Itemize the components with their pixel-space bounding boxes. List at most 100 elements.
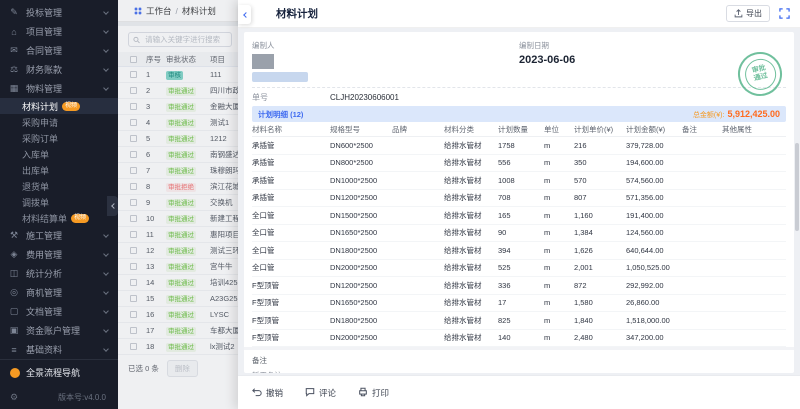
- detail-cell: 570: [574, 176, 626, 185]
- drawer-collapse-handle[interactable]: [238, 5, 251, 24]
- sidebar-menu: ✎投标管理⌂项目管理✉合同管理⚖财务账款▦物料管理材料计划视频采购申请采购订单入…: [0, 0, 118, 378]
- detail-cell: m: [544, 246, 574, 255]
- row-checkbox[interactable]: [130, 151, 137, 158]
- search-icon: [133, 36, 140, 44]
- detail-cell: 给排水管材: [444, 227, 498, 238]
- detail-cell: 17: [498, 298, 544, 307]
- detail-cell: DN1200*2500: [330, 193, 392, 202]
- detail-cell: 给排水管材: [444, 262, 498, 273]
- detail-cell: 140: [498, 333, 544, 342]
- diamond-icon: ◈: [8, 249, 20, 260]
- seal-text-line2: 通过: [753, 72, 769, 83]
- sidebar-collapse-handle[interactable]: [107, 196, 118, 216]
- sidebar-item-13[interactable]: ⚒施工管理: [0, 226, 118, 245]
- sidebar-item-15[interactable]: ◫统计分析: [0, 264, 118, 283]
- detail-cell: DN600*2500: [330, 141, 392, 150]
- sidebar-item-18[interactable]: ▣资金账户管理: [0, 321, 118, 340]
- sidebar-subitem-5[interactable]: 材料计划视频: [0, 98, 118, 114]
- row-checkbox[interactable]: [130, 87, 137, 94]
- row-checkbox[interactable]: [130, 263, 137, 270]
- settings-gear-icon[interactable]: ⚙: [10, 392, 18, 403]
- sidebar-subitem-6[interactable]: 采购申请: [0, 114, 118, 130]
- detail-cell: 640,644.00: [626, 246, 682, 255]
- sidebar-subitem-9[interactable]: 出库单: [0, 162, 118, 178]
- flow-nav-button[interactable]: 全景流程导航: [0, 359, 118, 385]
- row-checkbox[interactable]: [130, 183, 137, 190]
- detail-cell: 872: [574, 281, 626, 290]
- row-checkbox[interactable]: [130, 295, 137, 302]
- sidebar-item-0[interactable]: ✎投标管理: [0, 3, 118, 22]
- drawer-scrollbar[interactable]: [795, 143, 799, 231]
- row-index: 13: [146, 262, 166, 271]
- sidebar-subitem-11[interactable]: 调拨单: [0, 194, 118, 210]
- row-index: 16: [146, 310, 166, 319]
- sidebar-subitem-8[interactable]: 入库单: [0, 146, 118, 162]
- detail-table-row: 全口管DN1800*2500给排水管材394m1,626640,644.00: [252, 242, 786, 260]
- sidebar-item-1[interactable]: ⌂项目管理: [0, 22, 118, 41]
- row-checkbox[interactable]: [130, 167, 137, 174]
- detail-cell: m: [544, 228, 574, 237]
- sidebar-item-label: 文档管理: [26, 305, 104, 318]
- row-checkbox[interactable]: [130, 215, 137, 222]
- sidebar-item-3[interactable]: ⚖财务账款: [0, 60, 118, 79]
- sidebar-item-2[interactable]: ✉合同管理: [0, 41, 118, 60]
- status-badge: 审批通过: [166, 151, 196, 160]
- row-checkbox[interactable]: [130, 247, 137, 254]
- row-index: 2: [146, 86, 166, 95]
- status-badge: 审批通过: [166, 87, 196, 96]
- status-badge: 审批通过: [166, 279, 196, 288]
- detail-table-row: F型顶管DN2000*2500给排水管材140m2,480347,200.00: [252, 330, 786, 348]
- sidebar-bottom: 全景流程导航 ⚙ 版本号:v4.0.0: [0, 359, 118, 409]
- sidebar-subitem-7[interactable]: 采购订单: [0, 130, 118, 146]
- search-input[interactable]: [143, 34, 227, 45]
- row-checkbox[interactable]: [130, 135, 137, 142]
- row-checkbox[interactable]: [130, 119, 137, 126]
- detail-cell: m: [544, 263, 574, 272]
- sidebar-item-19[interactable]: ≡基础资料: [0, 340, 118, 359]
- detail-cell: m: [544, 176, 574, 185]
- detail-column-header: 材料分类: [444, 124, 498, 135]
- print-button[interactable]: 打印: [358, 387, 389, 399]
- row-checkbox[interactable]: [130, 71, 137, 78]
- bank-icon: ▣: [8, 325, 20, 336]
- export-icon: [734, 9, 743, 18]
- comment-button[interactable]: 评论: [305, 387, 336, 399]
- sidebar-subitem-label: 退货单: [22, 180, 49, 193]
- detail-column-header: 单位: [544, 124, 574, 135]
- fullscreen-icon: [779, 8, 790, 19]
- sidebar-subitem-10[interactable]: 退货单: [0, 178, 118, 194]
- sidebar-item-16[interactable]: ◎商机管理: [0, 283, 118, 302]
- row-checkbox[interactable]: [130, 279, 137, 286]
- detail-column-header: 材料名称: [252, 124, 330, 135]
- chevron-down-icon: [103, 28, 109, 34]
- detail-cell: 379,728.00: [626, 141, 682, 150]
- row-checkbox[interactable]: [130, 199, 137, 206]
- detail-cell: F型顶管: [252, 332, 330, 343]
- detail-cell: 807: [574, 193, 626, 202]
- sidebar-item-4[interactable]: ▦物料管理: [0, 79, 118, 98]
- select-all-checkbox[interactable]: [130, 56, 137, 63]
- detail-cell: 1758: [498, 141, 544, 150]
- row-checkbox[interactable]: [130, 231, 137, 238]
- detail-cell: F型顶管: [252, 315, 330, 326]
- drawer-header: 材料计划 导出: [238, 0, 800, 28]
- export-button[interactable]: 导出: [726, 5, 770, 22]
- date-label: 编制日期: [519, 40, 575, 51]
- row-checkbox[interactable]: [130, 311, 137, 318]
- detail-cell: 1,518,000.00: [626, 316, 682, 325]
- row-checkbox[interactable]: [130, 327, 137, 334]
- row-index: 12: [146, 246, 166, 255]
- detail-cell: 承插管: [252, 140, 330, 151]
- delete-button[interactable]: 删除: [167, 360, 198, 377]
- sidebar-item-17[interactable]: ▢文档管理: [0, 302, 118, 321]
- row-checkbox[interactable]: [130, 343, 137, 350]
- status-badge: 审批通过: [166, 231, 196, 240]
- flow-nav-label: 全景流程导航: [26, 366, 80, 379]
- row-checkbox[interactable]: [130, 103, 137, 110]
- fullscreen-button[interactable]: [779, 8, 790, 19]
- sidebar-item-14[interactable]: ◈费用管理: [0, 245, 118, 264]
- breadcrumb-root[interactable]: 工作台: [146, 5, 172, 17]
- version-text: 版本号:v4.0.0: [58, 392, 106, 403]
- undo-button[interactable]: 撤销: [252, 387, 283, 399]
- sidebar-subitem-12[interactable]: 材料结算单视频: [0, 210, 118, 226]
